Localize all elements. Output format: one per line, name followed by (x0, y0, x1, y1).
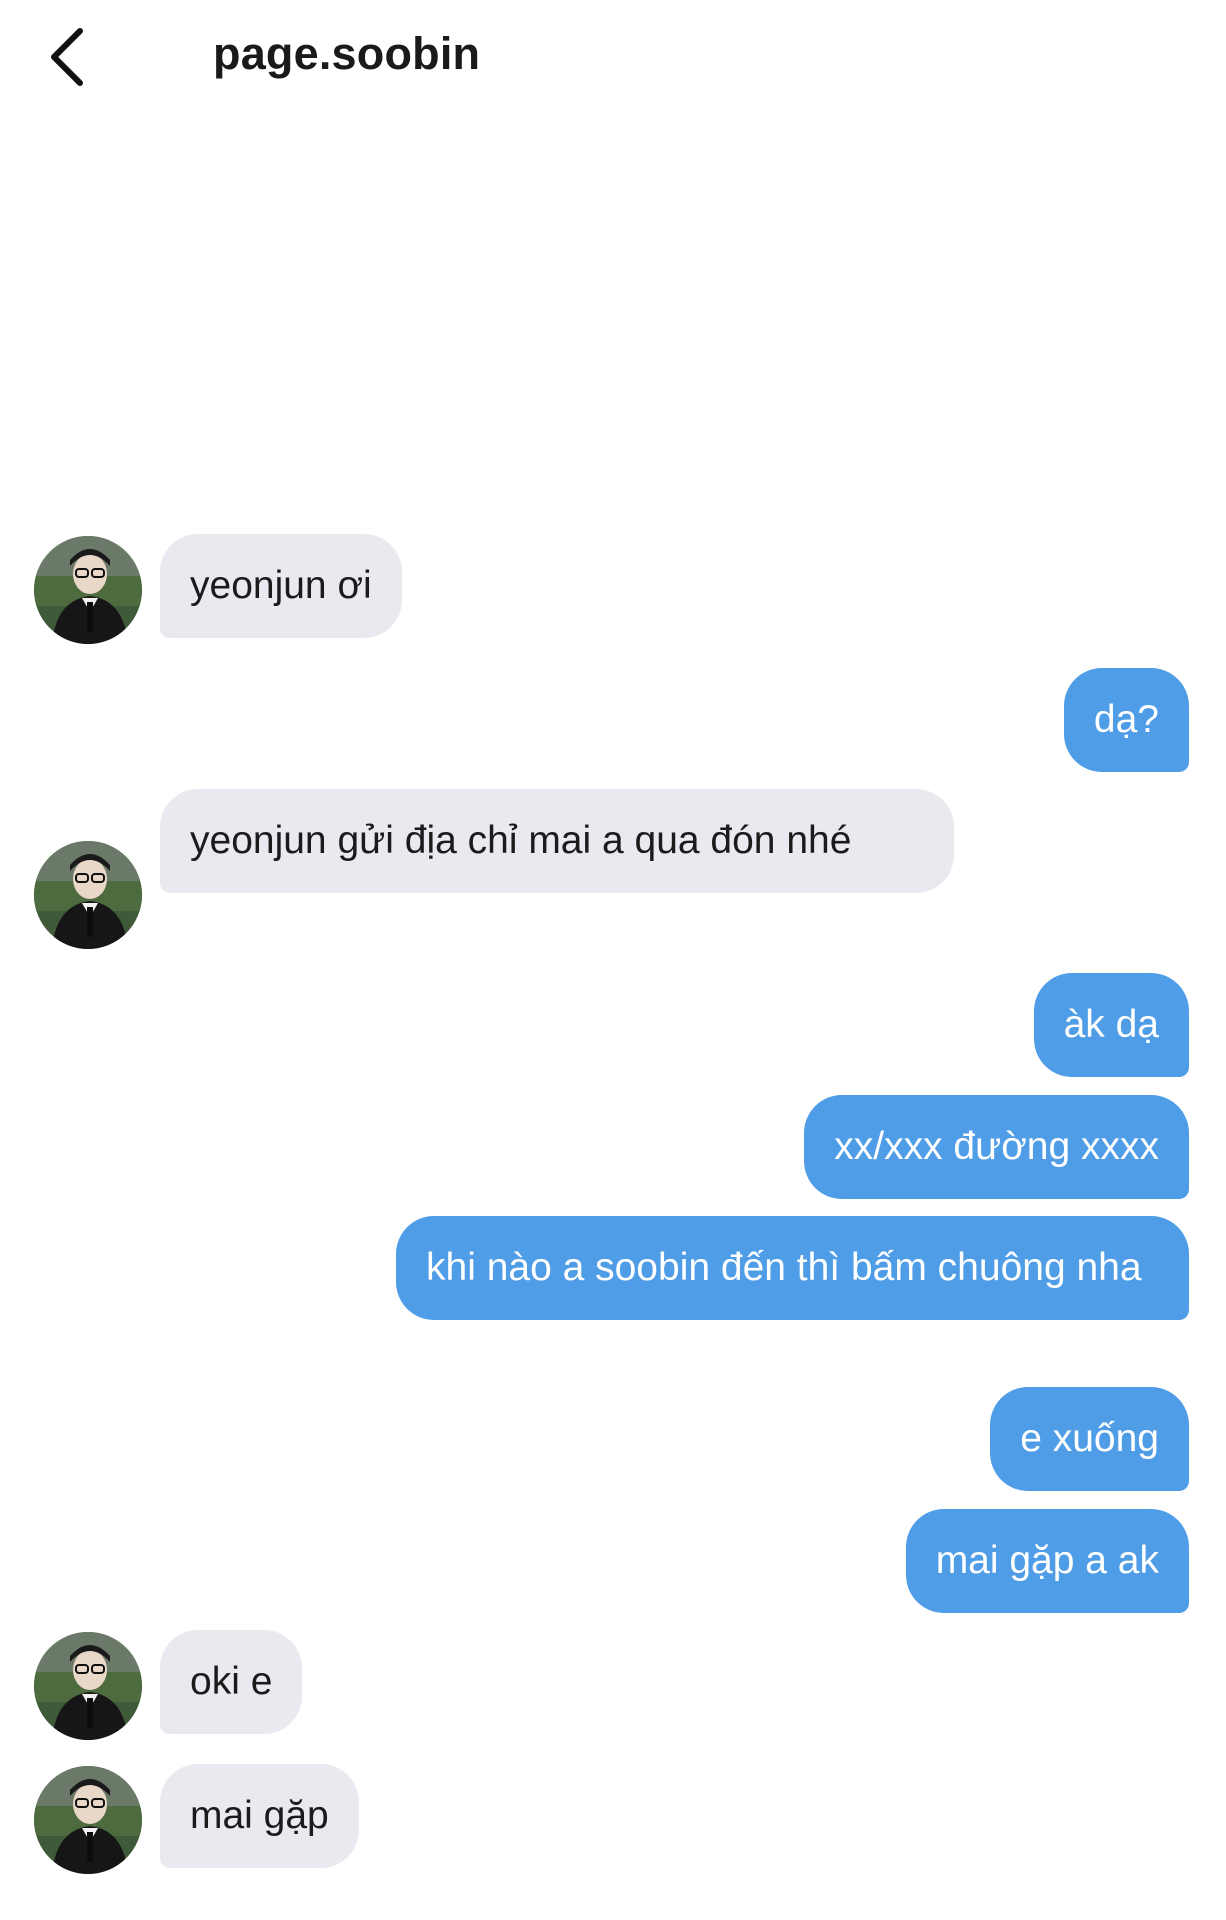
message-bubble-outgoing[interactable]: mai gặp a ak (905, 1509, 1189, 1613)
chat-header: page.soobin (0, 0, 1226, 115)
back-button[interactable] (36, 22, 96, 92)
message-bubble-incoming[interactable]: mai gặp (160, 1764, 359, 1868)
message-bubble-outgoing[interactable]: dạ? (1063, 668, 1189, 772)
chat-screen: page.soobin yeonjun ơi dạ? yeonjun gửi đ… (0, 0, 1226, 1920)
message-bubble-outgoing[interactable]: àk dạ (1033, 973, 1189, 1077)
avatar[interactable] (34, 1766, 142, 1874)
avatar[interactable] (34, 536, 142, 644)
chevron-left-icon (51, 28, 83, 86)
avatar[interactable] (34, 1632, 142, 1740)
avatar[interactable] (34, 841, 142, 949)
message-bubble-incoming[interactable]: oki e (160, 1630, 303, 1734)
message-bubble-outgoing[interactable]: xx/xxx đường xxxx (804, 1095, 1189, 1199)
page-title[interactable]: page.soobin (213, 28, 480, 80)
message-bubble-incoming[interactable]: yeonjun ơi (160, 534, 402, 638)
message-bubble-outgoing[interactable]: e xuống (990, 1387, 1189, 1491)
message-bubble-outgoing[interactable]: khi nào a soobin đến thì bấm chuông nha (396, 1216, 1189, 1320)
message-bubble-incoming[interactable]: yeonjun gửi địa chỉ mai a qua đón nhé (160, 789, 954, 893)
